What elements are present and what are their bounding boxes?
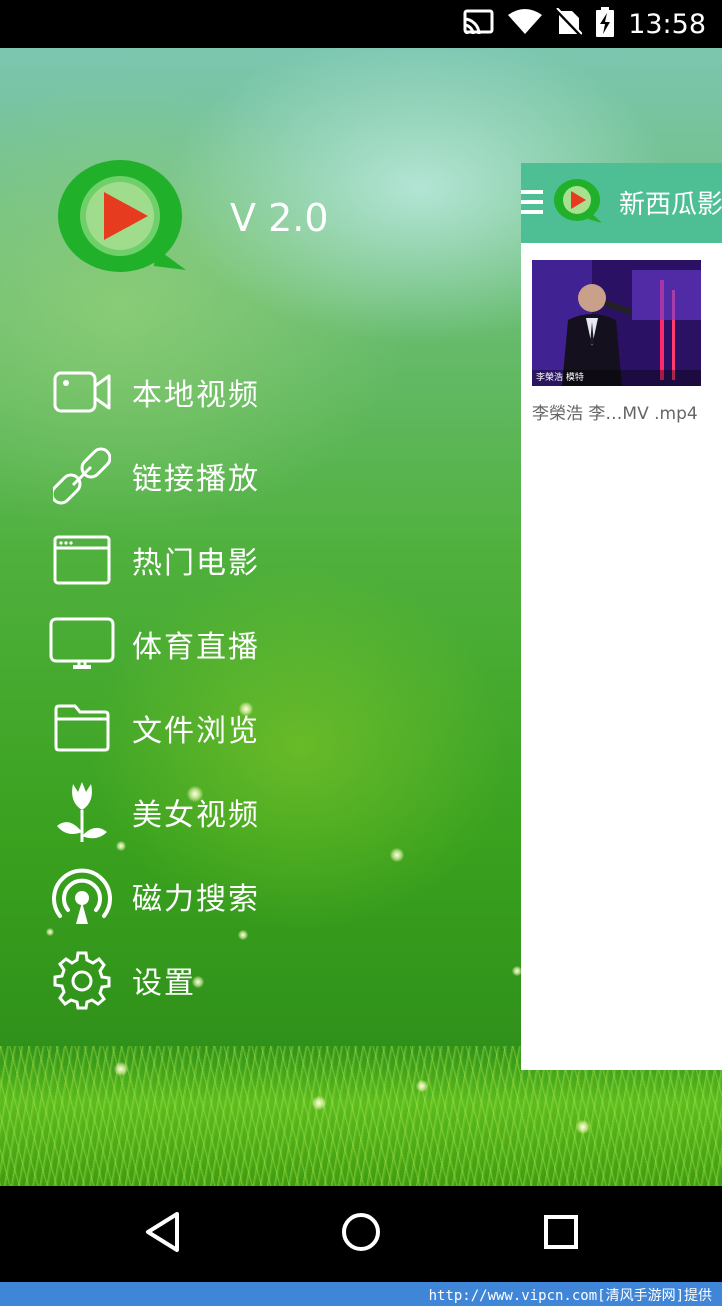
menu-item-settings[interactable]: 设置 <box>48 938 308 1022</box>
menu-item-local-video[interactable]: 本地视频 <box>48 350 308 434</box>
video-camera-icon <box>48 358 116 426</box>
menu-item-label: 本地视频 <box>132 378 260 413</box>
main-content-panel: 新西瓜影 李榮浩 模特 李榮浩 李…MV .mp4 <box>521 163 722 1070</box>
flower-icon <box>48 778 116 846</box>
menu-item-label: 设置 <box>132 966 196 1001</box>
status-bar: 13:58 <box>0 0 722 48</box>
app-logo <box>56 160 188 278</box>
status-time: 13:58 <box>628 8 706 40</box>
firefly-decoration <box>390 848 404 862</box>
menu-item-label: 热门电影 <box>132 546 260 581</box>
navigation-bar <box>0 1186 722 1282</box>
battery-charging-icon <box>596 7 615 41</box>
gear-icon <box>48 946 116 1014</box>
menu-item-hot-movies[interactable]: 热门电影 <box>48 518 308 602</box>
drawer-menu: 本地视频 链接播放 热门电影 体育直播 文件浏览 美女视频 磁力搜索 设置 <box>48 350 308 1022</box>
browser-window-icon <box>48 526 116 594</box>
link-icon <box>48 442 116 510</box>
firefly-decoration <box>114 1062 128 1076</box>
folder-icon <box>48 694 116 762</box>
menu-item-label: 磁力搜索 <box>132 882 260 917</box>
menu-item-file-browse[interactable]: 文件浏览 <box>48 686 308 770</box>
video-caption[interactable]: 李榮浩 李…MV .mp4 <box>532 399 698 424</box>
menu-item-label: 体育直播 <box>132 630 260 665</box>
recents-button[interactable] <box>537 1210 585 1258</box>
firefly-decoration <box>576 1120 590 1134</box>
cast-icon <box>462 9 494 39</box>
no-sim-icon <box>554 7 583 40</box>
app-version: V 2.0 <box>230 196 329 240</box>
magnet-signal-icon <box>48 862 116 930</box>
home-icon <box>340 1211 382 1257</box>
menu-item-magnet-search[interactable]: 磁力搜索 <box>48 854 308 938</box>
monitor-icon <box>48 610 116 678</box>
menu-item-sports-live[interactable]: 体育直播 <box>48 602 308 686</box>
menu-item-beauty-video[interactable]: 美女视频 <box>48 770 308 854</box>
home-button[interactable] <box>337 1210 385 1258</box>
back-icon <box>143 1211 181 1257</box>
app-toolbar: 新西瓜影 <box>521 163 722 243</box>
wifi-icon <box>508 9 543 39</box>
menu-item-label: 美女视频 <box>132 798 260 833</box>
drawer-background: V 2.0 本地视频 链接播放 热门电影 体育直播 文件浏览 美女视频 磁力搜索… <box>0 48 722 1186</box>
watermark-footer: http://www.vipcn.com[清风手游网]提供 <box>0 1282 722 1306</box>
firefly-decoration <box>416 1080 428 1092</box>
menu-item-label: 文件浏览 <box>132 714 260 749</box>
menu-item-link-play[interactable]: 链接播放 <box>48 434 308 518</box>
recents-icon <box>543 1214 579 1254</box>
toolbar-logo-icon <box>553 179 603 229</box>
watermark-text: http://www.vipcn.com[清风手游网]提供 <box>428 1288 712 1304</box>
menu-item-label: 链接播放 <box>132 462 260 497</box>
video-thumbnail[interactable]: 李榮浩 模特 <box>532 260 701 386</box>
back-button[interactable] <box>138 1210 186 1258</box>
hamburger-menu-icon[interactable] <box>521 189 543 219</box>
app-title: 新西瓜影 <box>619 190 722 220</box>
thumbnail-overlay-text: 李榮浩 模特 <box>536 373 584 383</box>
firefly-decoration <box>312 1096 326 1110</box>
